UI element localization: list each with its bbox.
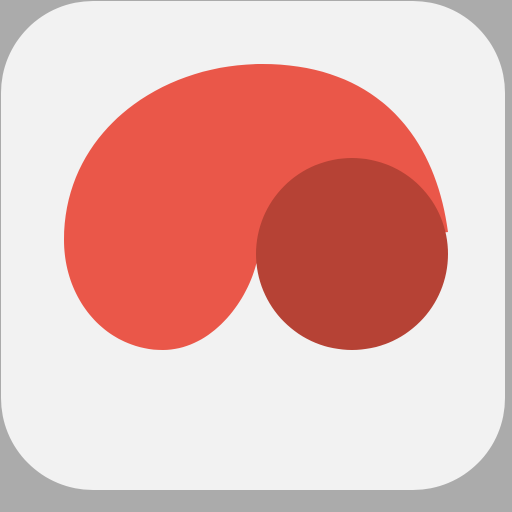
icon-stage	[0, 0, 512, 512]
inner-circle-icon	[256, 158, 448, 350]
app-icon[interactable]	[0, 0, 512, 512]
